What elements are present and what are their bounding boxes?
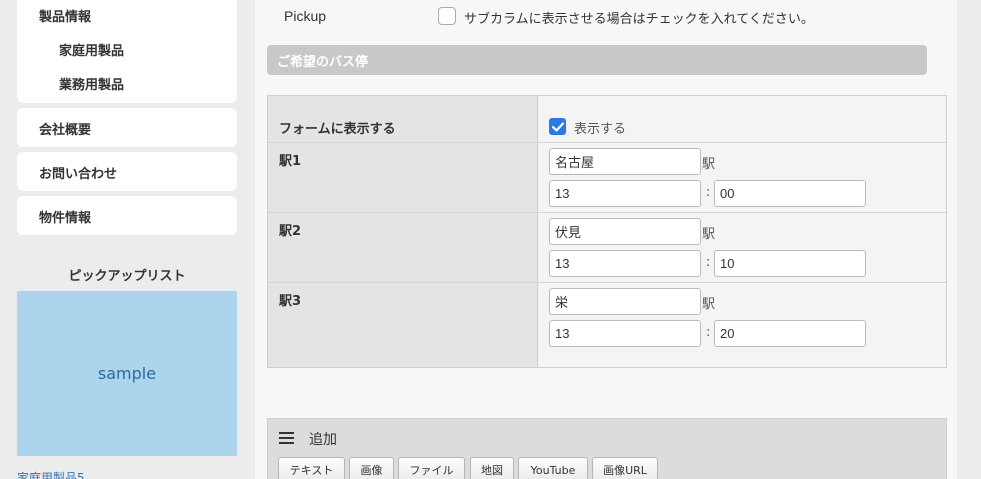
sidebar-item-company-label: 会社概要 [39,123,92,138]
sidebar-item-property[interactable]: 物件情報 [17,196,237,235]
section-title: ご希望のバス停 [277,55,369,70]
sidebar-menu-products: 製品情報 家庭用製品 業務用製品 [17,0,237,103]
pickup-checkbox-text: サブカラムに表示させる場合はチェックを入れてください。 [464,12,814,27]
sidebar: 製品情報 家庭用製品 業務用製品 会社概要 お問い合わせ 物件情報 ピックアップ… [0,0,255,479]
sidebar-item-business-products[interactable]: 業務用製品 [59,74,124,93]
station-1-label: 駅1 [279,154,302,169]
station-2-hour-input[interactable]: 13 [549,250,701,277]
station-3-suffix: 駅 [702,297,716,312]
pickup-label: Pickup [284,8,327,24]
add-map-button[interactable]: 地図 [470,457,514,479]
row-divider [268,282,946,283]
add-image-url-button[interactable]: 画像URL [592,457,658,479]
sidebar-item-contact-label: お問い合わせ [39,167,118,182]
pick-image-text: sample [97,364,157,383]
station-3-minute-input[interactable]: 20 [714,320,866,347]
time-separator: : [706,255,711,270]
add-text-button[interactable]: テキスト [278,457,345,479]
sidebar-item-products[interactable]: 製品情報 [39,6,91,25]
add-panel: 追加 テキスト 画像 ファイル 地図 YouTube 画像URL [267,418,947,479]
station-2-suffix: 駅 [702,227,716,242]
right-gutter [957,0,981,479]
show-on-form-label: フォームに表示する [279,122,396,137]
pickup-checkbox[interactable] [438,7,456,25]
row-divider [268,212,946,213]
main-content: Pickup サブカラムに表示させる場合はチェックを入れてください。 ご希望のバ… [255,0,957,479]
show-on-form-text: 表示する [574,122,627,137]
sidebar-item-company[interactable]: 会社概要 [17,108,237,147]
sidebar-item-contact[interactable]: お問い合わせ [17,152,237,191]
station-3-hour-input[interactable]: 13 [549,320,701,347]
picklist-title: ピックアップリスト [68,269,186,284]
pick-image[interactable]: sample [17,291,237,456]
show-on-form-checkbox[interactable] [549,118,566,135]
sidebar-item-property-label: 物件情報 [39,211,92,226]
station-1-suffix: 駅 [702,157,716,172]
station-1-minute-input[interactable]: 00 [714,180,866,207]
sidebar-item-home-products[interactable]: 家庭用製品 [59,40,124,59]
add-image-button[interactable]: 画像 [349,457,394,479]
station-3-label: 駅3 [279,294,302,309]
station-2-name-input[interactable]: 伏見 [549,218,701,245]
section-header: ご希望のバス停 [267,45,927,75]
row-divider [268,142,946,143]
add-youtube-button[interactable]: YouTube [518,457,588,479]
station-form-table: フォームに表示する 表示する 駅1 名古屋 駅 13 : 00 駅2 伏見 駅 … [267,95,947,368]
station-2-minute-input[interactable]: 10 [714,250,866,277]
station-3-name-input[interactable]: 栄 [549,288,701,315]
check-icon [551,121,564,132]
station-2-label: 駅2 [279,224,302,239]
station-1-name-input[interactable]: 名古屋 [549,148,701,175]
time-separator: : [706,185,711,200]
menu-icon[interactable] [279,432,294,444]
time-separator: : [706,325,711,340]
add-file-button[interactable]: ファイル [398,457,465,479]
station-1-hour-input[interactable]: 13 [549,180,701,207]
add-label: 追加 [309,432,337,448]
pick-link[interactable]: 家庭用製品5 [17,469,85,479]
